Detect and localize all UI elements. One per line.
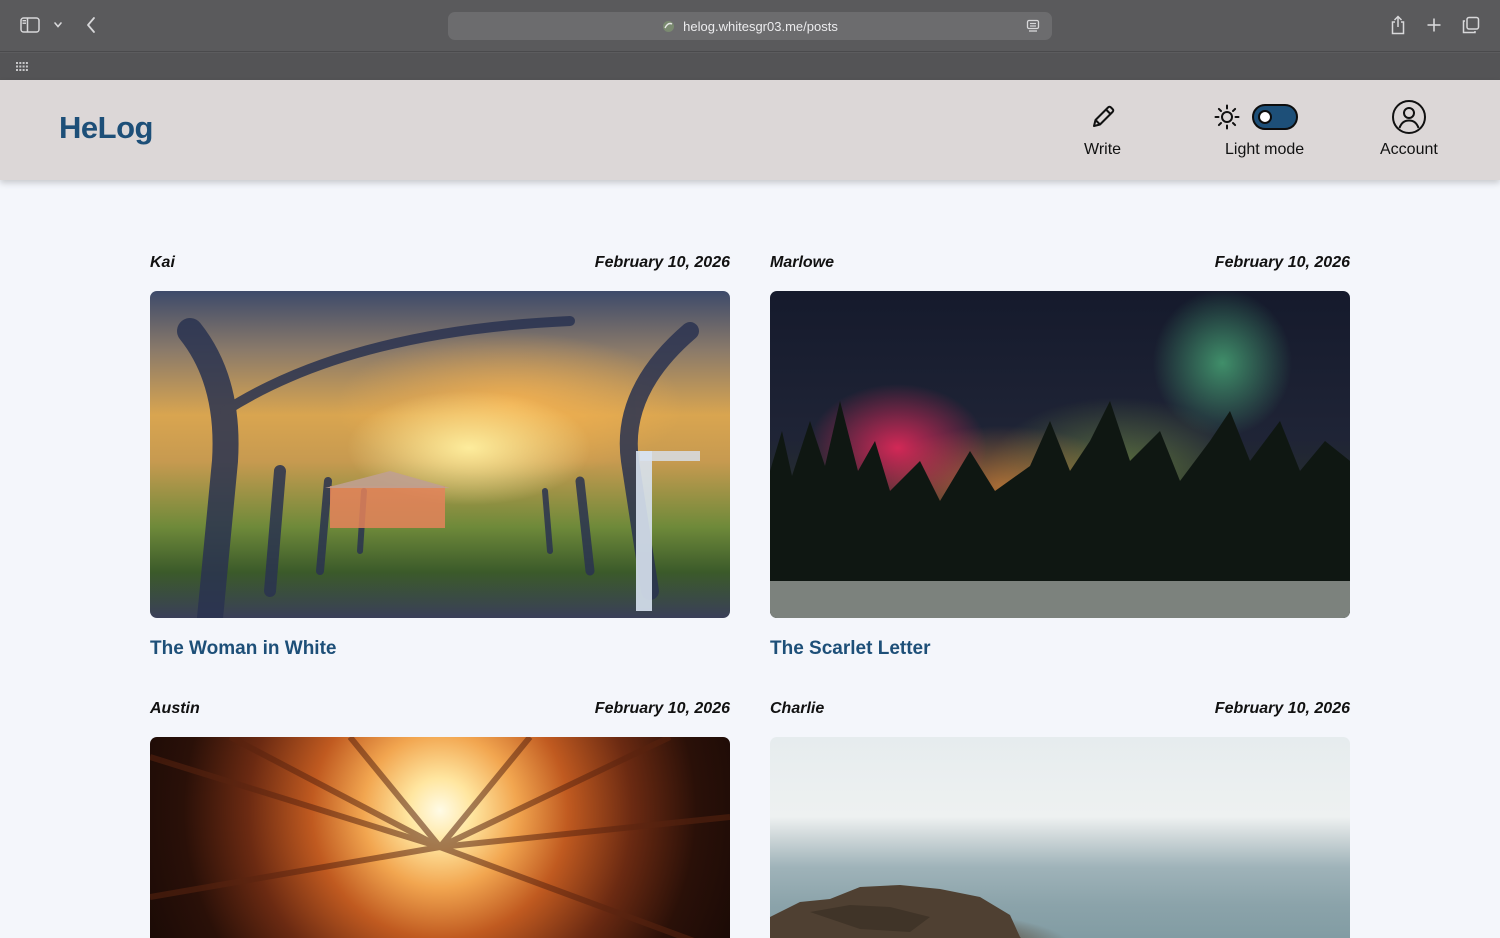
post-meta: Charlie February 10, 2026: [770, 700, 1350, 720]
favorites-bar: [0, 53, 1500, 80]
tab-overview-icon[interactable]: [1461, 15, 1481, 35]
post-image[interactable]: [770, 291, 1350, 618]
sidebar-toggle-icon[interactable]: [19, 16, 41, 34]
theme-toggle[interactable]: [1251, 104, 1298, 130]
post-date: February 10, 2026: [594, 700, 730, 717]
write-button[interactable]: Write: [1084, 102, 1121, 159]
post-card: Charlie February 10, 2026: [770, 700, 1350, 938]
toggle-knob: [1257, 110, 1272, 124]
pencil-icon: [1092, 105, 1114, 127]
account-button[interactable]: Account: [1380, 100, 1438, 159]
sun-icon: [1214, 104, 1240, 130]
post-card: Austin February 10, 2026: [150, 700, 730, 938]
browser-toolbar: helog.whitesgr03.me/posts: [0, 0, 1500, 52]
site-favicon-icon: [663, 20, 675, 32]
user-circle-icon: [1391, 100, 1426, 134]
post-meta: Marlowe February 10, 2026: [770, 254, 1350, 274]
post-author[interactable]: Austin: [150, 700, 200, 720]
post-meta: Kai February 10, 2026: [150, 254, 730, 274]
grid-icon[interactable]: [16, 61, 28, 71]
write-label: Write: [1084, 141, 1122, 158]
post-image[interactable]: [150, 737, 730, 938]
account-label: Account: [1380, 141, 1438, 158]
back-icon[interactable]: [82, 15, 100, 35]
post-card: Kai February 10, 2026 The Woman in White: [150, 254, 730, 674]
theme-label: Light mode: [1225, 141, 1305, 158]
post-meta: Austin February 10, 2026: [150, 700, 730, 720]
post-image[interactable]: [150, 291, 730, 618]
post-title[interactable]: The Woman in White: [150, 638, 336, 660]
post-date: February 10, 2026: [1214, 700, 1350, 717]
browser-chrome: helog.whitesgr03.me/posts: [0, 0, 1500, 80]
reader-mode-icon[interactable]: [1026, 19, 1040, 38]
post-image[interactable]: [770, 737, 1350, 938]
post-author[interactable]: Marlowe: [770, 254, 834, 274]
share-icon[interactable]: [1388, 14, 1408, 36]
chevron-down-icon[interactable]: [52, 19, 64, 31]
post-author[interactable]: Kai: [150, 254, 175, 274]
url-text: helog.whitesgr03.me/posts: [683, 18, 838, 34]
app-header: HeLog Write Light mode Account: [0, 80, 1500, 180]
post-card: Marlowe February 10, 2026 The Scarlet Le…: [770, 254, 1350, 674]
post-title[interactable]: The Scarlet Letter: [770, 638, 931, 660]
post-date: February 10, 2026: [1214, 254, 1350, 271]
post-author[interactable]: Charlie: [770, 700, 824, 720]
address-bar[interactable]: helog.whitesgr03.me/posts: [448, 12, 1052, 40]
site-logo[interactable]: HeLog: [59, 110, 153, 146]
theme-switch[interactable]: Light mode: [1205, 102, 1304, 159]
post-date: February 10, 2026: [594, 254, 730, 271]
new-tab-icon[interactable]: [1424, 15, 1444, 35]
